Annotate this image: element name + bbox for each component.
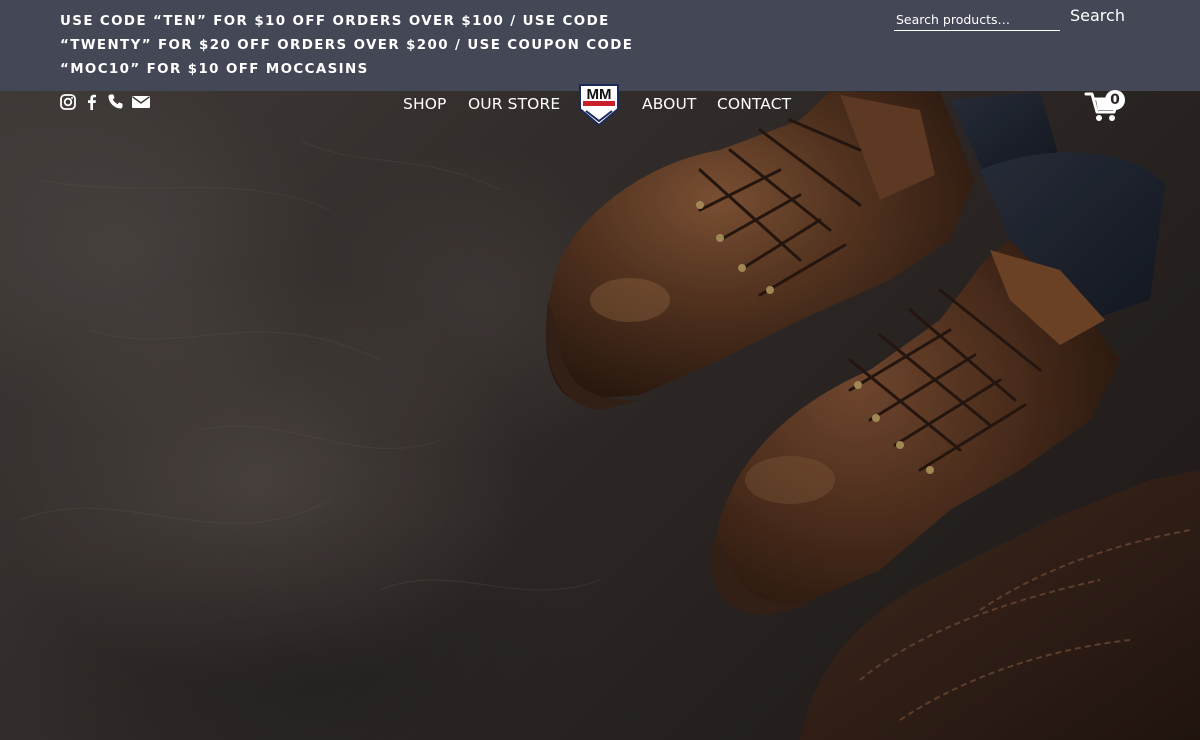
site-logo[interactable]: MM [578, 83, 620, 127]
nav-contact[interactable]: CONTACT [717, 95, 791, 113]
phone-icon[interactable] [107, 93, 125, 111]
nav-shop[interactable]: SHOP [403, 95, 446, 113]
social-links [59, 93, 150, 111]
nav-our-store[interactable]: OUR STORE [468, 95, 560, 113]
logo-text: MM [587, 86, 612, 103]
facebook-icon[interactable] [83, 93, 101, 111]
search-button[interactable]: Search [1070, 6, 1125, 25]
cart-count-badge: 0 [1105, 90, 1125, 110]
nav-about[interactable]: ABOUT [642, 95, 696, 113]
instagram-icon[interactable] [59, 93, 77, 111]
announcement-bar: USE CODE “TEN” FOR $10 OFF ORDERS OVER $… [0, 0, 1200, 91]
page: USE CODE “TEN” FOR $10 OFF ORDERS OVER $… [0, 0, 1200, 740]
mail-icon[interactable] [131, 93, 150, 111]
search-input[interactable] [894, 8, 1060, 31]
promo-text: USE CODE “TEN” FOR $10 OFF ORDERS OVER $… [60, 14, 634, 77]
